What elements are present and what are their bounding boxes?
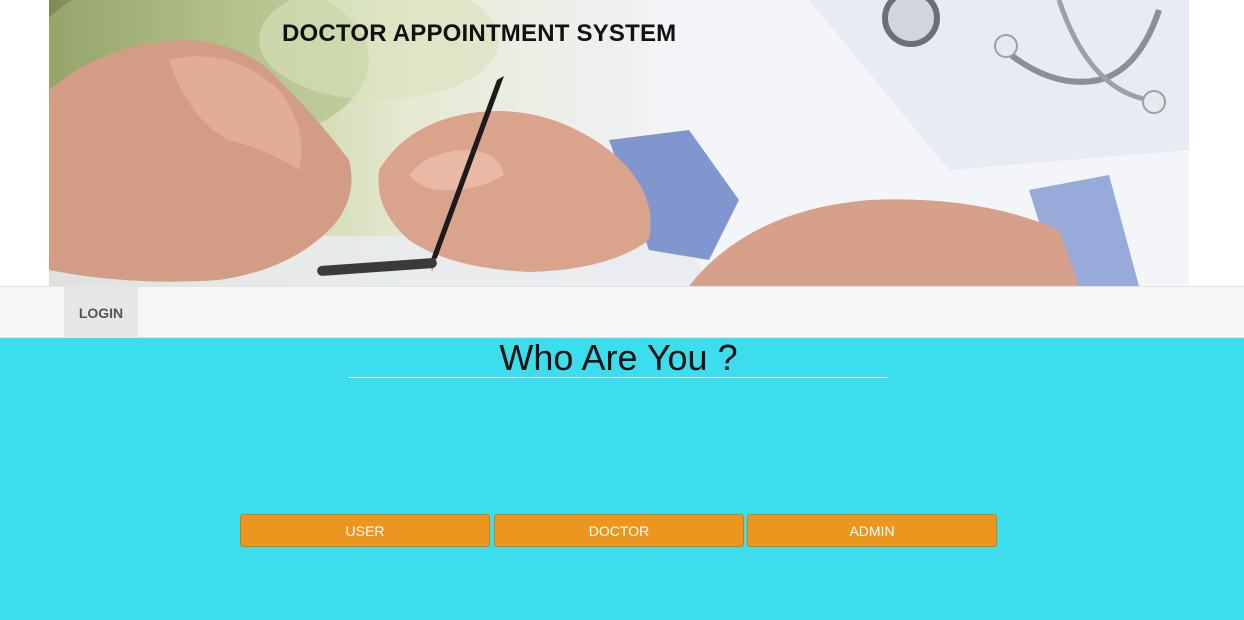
header-banner: DOCTOR APPOINTMENT SYSTEM — [49, 0, 1189, 286]
user-button[interactable]: USER — [240, 514, 490, 547]
admin-button[interactable]: ADMIN — [747, 514, 997, 547]
nav-item-login[interactable]: LOGIN — [64, 287, 138, 338]
doctor-button[interactable]: DOCTOR — [494, 514, 744, 547]
page-heading: Who Are You ? — [349, 338, 888, 378]
role-selection-section: Who Are You ? USER DOCTOR ADMIN — [0, 338, 1244, 620]
nav-bar: LOGIN — [0, 286, 1244, 338]
site-title: DOCTOR APPOINTMENT SYSTEM — [282, 20, 677, 47]
